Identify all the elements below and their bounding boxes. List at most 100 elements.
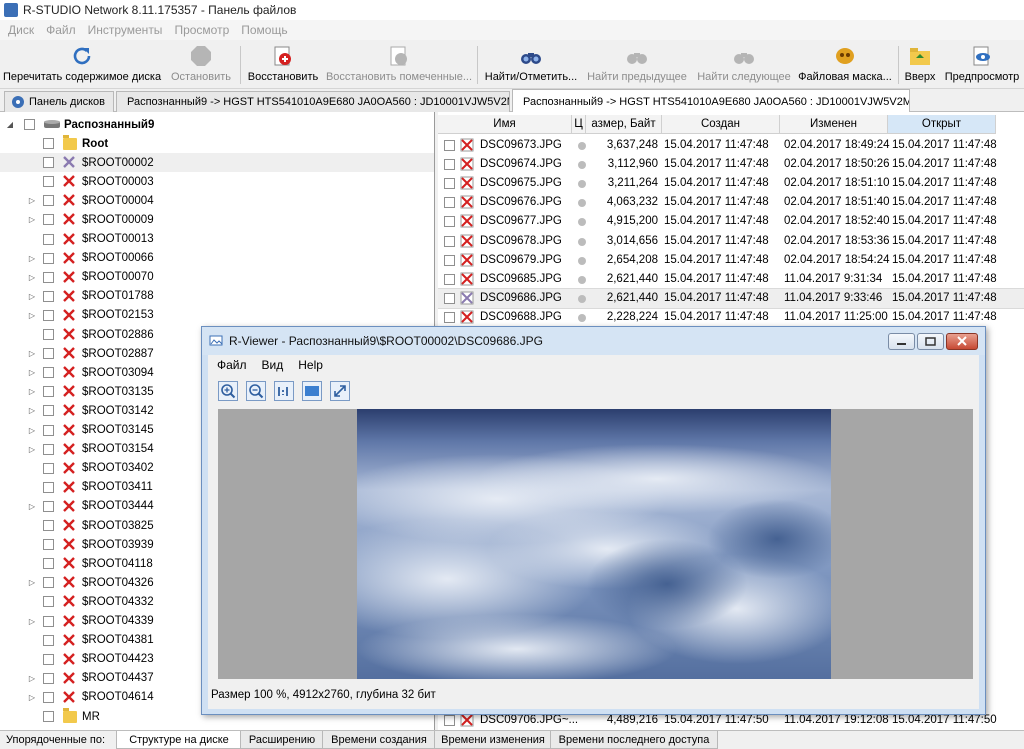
tree-checkbox[interactable]	[43, 252, 54, 264]
expand-arrow-icon[interactable]: ▷	[28, 311, 36, 320]
tree-checkbox[interactable]	[43, 405, 54, 417]
fullscreen-button[interactable]	[330, 381, 350, 401]
expand-arrow-icon[interactable]: ▷	[28, 273, 36, 282]
row-checkbox[interactable]	[444, 197, 455, 209]
row-checkbox[interactable]	[444, 715, 455, 726]
viewer-menu-help[interactable]: Help	[298, 358, 323, 372]
table-row[interactable]: DSC09676.JPG 4,063,232 15.04.2017 11:47:48…	[438, 193, 1024, 212]
viewer-menu-file[interactable]: Файл	[217, 358, 247, 372]
row-checkbox[interactable]	[444, 159, 455, 171]
expand-arrow-icon[interactable]: ▷	[28, 406, 36, 415]
column-header-name[interactable]: Имя	[438, 115, 572, 134]
find-previous-button[interactable]: Найти предыдущее	[586, 42, 688, 86]
menu-file[interactable]: Файл	[46, 23, 76, 37]
sort-tab-extension[interactable]: Расширению	[240, 731, 324, 749]
expand-arrow-icon[interactable]: ▷	[28, 368, 36, 377]
tree-checkbox[interactable]	[43, 577, 54, 589]
tree-item[interactable]: Root	[0, 134, 434, 153]
expand-arrow-icon[interactable]: ▷	[28, 254, 36, 263]
row-checkbox[interactable]	[444, 311, 455, 323]
zoom-out-button[interactable]	[246, 381, 266, 401]
table-row[interactable]: DSC09674.JPG 3,112,960 15.04.2017 11:47:48…	[438, 155, 1024, 174]
tree-checkbox[interactable]	[43, 386, 54, 398]
tree-item[interactable]: $ROOT00002	[0, 153, 434, 173]
fit-window-button[interactable]	[302, 381, 322, 401]
tree-checkbox[interactable]	[43, 309, 54, 321]
tree-checkbox[interactable]	[43, 424, 54, 436]
zoom-in-button[interactable]	[218, 381, 238, 401]
tree-checkbox[interactable]	[43, 329, 54, 340]
table-row[interactable]: DSC09688.JPG 2,228,224 15.04.2017 11:47:48…	[438, 308, 1024, 327]
tree-checkbox[interactable]	[43, 233, 54, 245]
tree-item[interactable]: ▷ $ROOT00066	[0, 249, 434, 268]
row-checkbox[interactable]	[444, 273, 455, 285]
expand-arrow-icon[interactable]: ▷	[28, 196, 36, 205]
sort-tab-structure[interactable]: Структуре на диске	[116, 731, 242, 749]
collapse-arrow-icon[interactable]: ◢	[6, 120, 14, 129]
tree-checkbox[interactable]	[43, 558, 54, 570]
tree-checkbox[interactable]	[43, 157, 54, 169]
tree-checkbox[interactable]	[43, 520, 54, 531]
tree-item[interactable]: ▷ $ROOT00004	[0, 191, 434, 210]
tree-item[interactable]: ▷ $ROOT02153	[0, 306, 434, 325]
expand-arrow-icon[interactable]: ▷	[28, 578, 36, 587]
sort-tab-created[interactable]: Времени создания	[322, 731, 436, 749]
r-viewer-title-bar[interactable]: R-Viewer - Распознанный9\$ROOT00002\DSC0…	[202, 327, 985, 355]
tree-item[interactable]: $ROOT00003	[0, 172, 434, 191]
table-row[interactable]: DSC09677.JPG 4,915,200 15.04.2017 11:47:48…	[438, 212, 1024, 231]
menu-help[interactable]: Помощь	[241, 23, 287, 37]
column-header-created[interactable]: Создан	[662, 115, 780, 134]
tree-item[interactable]: ▷ $ROOT01788	[0, 287, 434, 306]
expand-arrow-icon[interactable]: ▷	[28, 292, 36, 301]
table-row[interactable]: DSC09686.JPG 2,621,440 15.04.2017 11:47:48…	[438, 287, 1024, 309]
tree-item[interactable]: ▷ $ROOT00009	[0, 210, 434, 229]
preview-button[interactable]: Предпросмотр	[944, 42, 1020, 86]
recover-marked-button[interactable]: Восстановить помеченные...	[326, 42, 472, 86]
tree-item[interactable]: $ROOT00013	[0, 230, 434, 249]
table-row[interactable]: DSC09678.JPG 3,014,656 15.04.2017 11:47:48…	[438, 232, 1024, 251]
sort-tab-modified[interactable]: Времени изменения	[434, 731, 552, 749]
sort-tab-accessed[interactable]: Времени последнего доступа	[550, 731, 718, 749]
rescan-disk-button[interactable]: Перечитать содержимое диска	[3, 42, 161, 86]
expand-arrow-icon[interactable]: ▷	[28, 674, 36, 683]
table-row[interactable]: DSC09679.JPG 2,654,208 15.04.2017 11:47:48…	[438, 251, 1024, 270]
tree-checkbox[interactable]	[43, 711, 54, 722]
tab-file-panel-1[interactable]: Распознанный9 -> HGST HTS541010A9E680 JA…	[116, 91, 510, 112]
expand-arrow-icon[interactable]: ▷	[28, 215, 36, 224]
expand-arrow-icon[interactable]: ▷	[28, 617, 36, 626]
tree-checkbox[interactable]	[24, 119, 35, 130]
tree-checkbox[interactable]	[43, 691, 54, 703]
expand-arrow-icon[interactable]: ▷	[28, 426, 36, 435]
column-header-color[interactable]: Ц	[572, 115, 586, 134]
tree-checkbox[interactable]	[43, 290, 54, 302]
column-header-accessed[interactable]: Открыт	[888, 115, 996, 134]
tree-checkbox[interactable]	[43, 271, 54, 283]
menu-view[interactable]: Просмотр	[174, 23, 229, 37]
tree-checkbox[interactable]	[43, 615, 54, 627]
row-checkbox[interactable]	[444, 140, 455, 151]
expand-arrow-icon[interactable]: ▷	[28, 349, 36, 358]
up-button[interactable]: Вверх	[902, 42, 938, 86]
tree-checkbox[interactable]	[43, 462, 54, 474]
tree-checkbox[interactable]	[43, 539, 54, 551]
tree-checkbox[interactable]	[43, 672, 54, 684]
tree-checkbox[interactable]	[43, 195, 54, 207]
r-viewer-window[interactable]: R-Viewer - Распознанный9\$ROOT00002\DSC0…	[201, 326, 986, 715]
table-row[interactable]: DSC09675.JPG 3,211,264 15.04.2017 11:47:48…	[438, 174, 1024, 193]
tree-item[interactable]: ▷ $ROOT00070	[0, 268, 434, 287]
tree-checkbox[interactable]	[43, 596, 54, 608]
stop-button[interactable]: Остановить	[168, 42, 234, 86]
tab-file-panel-2[interactable]: Распознанный9 -> HGST HTS541010A9E680 JA…	[512, 89, 910, 113]
column-header-modified[interactable]: Изменен	[780, 115, 888, 134]
expand-arrow-icon[interactable]: ▷	[28, 502, 36, 511]
menu-tools[interactable]: Инструменты	[88, 23, 163, 37]
row-checkbox[interactable]	[444, 235, 455, 247]
tree-checkbox[interactable]	[43, 348, 54, 360]
expand-arrow-icon[interactable]: ▷	[28, 387, 36, 396]
row-checkbox[interactable]	[444, 254, 455, 266]
table-row[interactable]: DSC09673.JPG 3,637,248 15.04.2017 11:47:48…	[438, 136, 1024, 155]
tree-checkbox[interactable]	[43, 634, 54, 646]
menu-disk[interactable]: Диск	[8, 23, 34, 37]
tree-checkbox[interactable]	[43, 367, 54, 379]
actual-size-button[interactable]	[274, 381, 294, 401]
